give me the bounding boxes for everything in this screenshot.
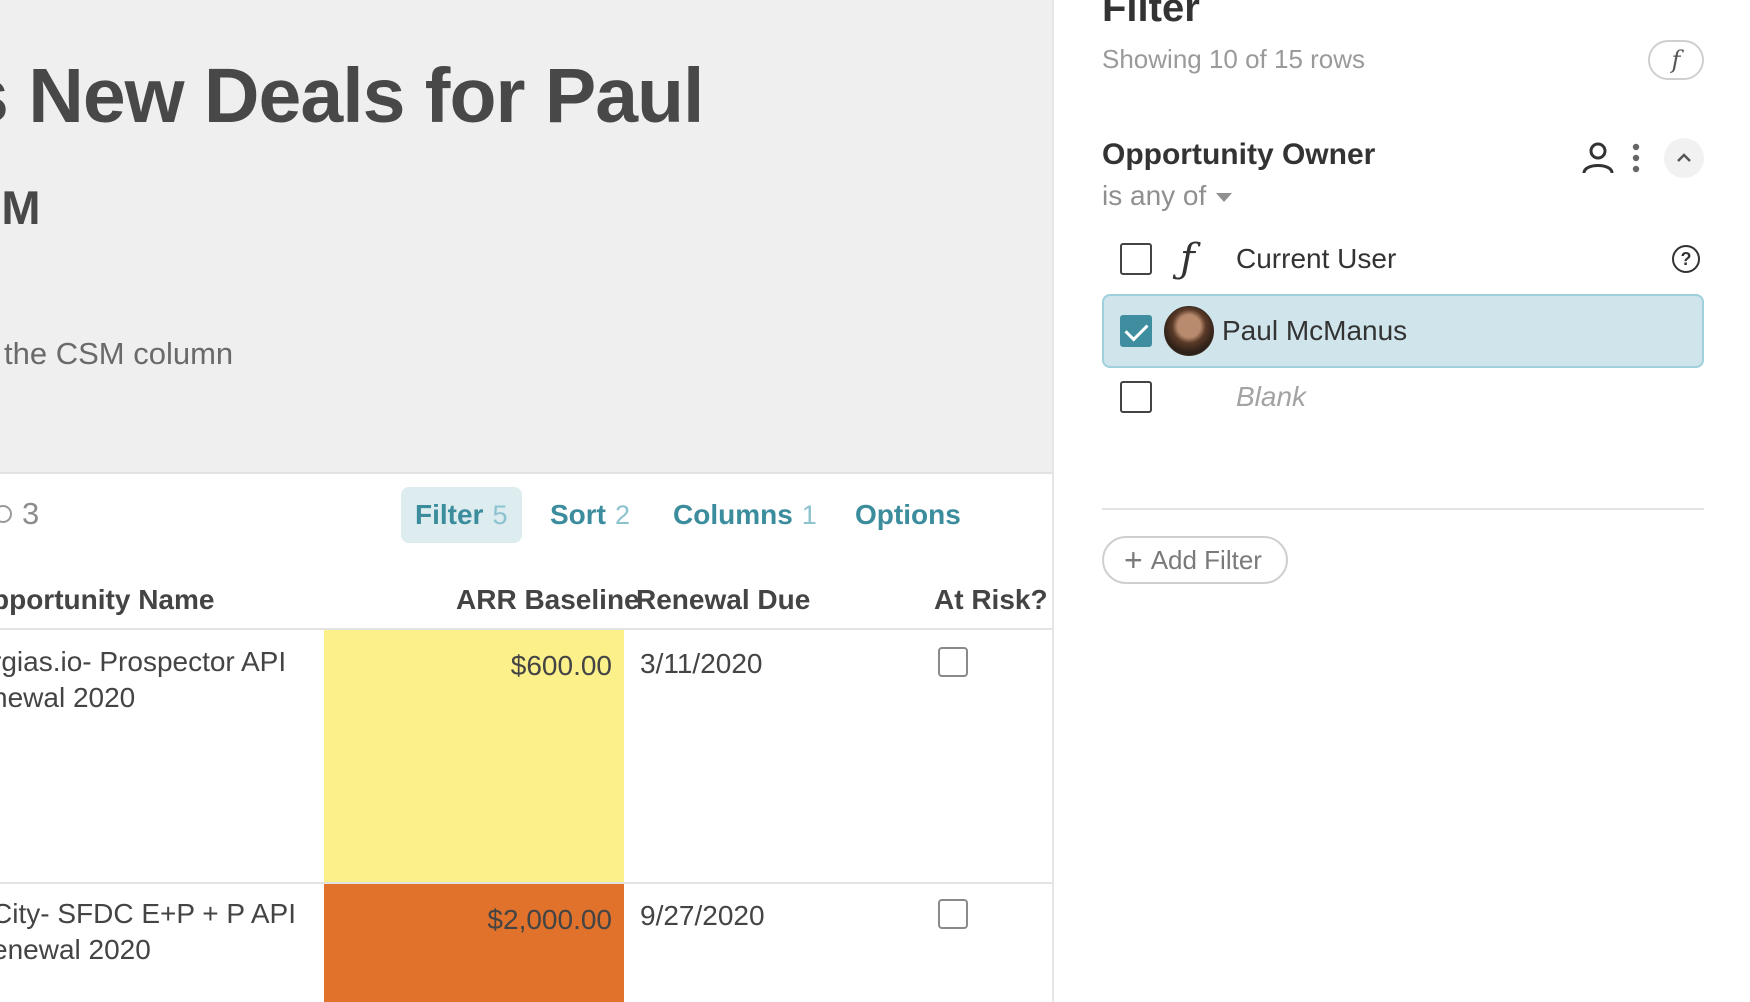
- table-row-1-name[interactable]: rgias.io- Prospector API newal 2020: [0, 644, 312, 716]
- filter-option-paul-mcmanus[interactable]: Paul McManus: [1102, 294, 1704, 368]
- columns-button-label: Columns: [673, 499, 793, 530]
- formula-toggle-button[interactable]: f: [1648, 40, 1704, 80]
- columns-button[interactable]: Columns 1: [659, 487, 831, 543]
- row-2-name-line-1: City- SFDC E+P + P API: [0, 898, 296, 929]
- table-row-2-name[interactable]: City- SFDC E+P + P API enewal 2020: [0, 896, 312, 968]
- columns-count: 1: [801, 499, 817, 530]
- filter-panel-title: Filter: [1102, 0, 1200, 30]
- column-header-opportunity-name[interactable]: pportunity Name: [0, 584, 214, 616]
- row-1-name-line-2: newal 2020: [0, 682, 136, 713]
- current-user-checkbox[interactable]: [1120, 243, 1152, 275]
- more-options-icon[interactable]: [1630, 142, 1642, 174]
- filter-operator-label: is any of: [1102, 180, 1207, 211]
- add-filter-label: Add Filter: [1150, 544, 1262, 575]
- comment-count[interactable]: 3: [0, 496, 39, 532]
- avatar: [1164, 306, 1214, 356]
- comment-count-value: 3: [22, 496, 40, 531]
- formula-icon: f: [1671, 46, 1681, 74]
- filter-row-count: Showing 10 of 15 rows: [1102, 44, 1366, 74]
- page-subtitle: SM: [0, 181, 41, 234]
- sort-button[interactable]: Sort 2: [536, 487, 644, 543]
- row-1-arr-value: $600.00: [510, 650, 612, 681]
- filter-button-label: Filter: [415, 499, 484, 530]
- column-header-renewal-due[interactable]: Renewal Due: [636, 584, 810, 616]
- paul-mcmanus-checkbox[interactable]: [1120, 315, 1152, 347]
- paul-mcmanus-label: Paul McManus: [1222, 315, 1408, 346]
- column-header-arr-baseline[interactable]: ARR Baseline: [456, 584, 640, 616]
- row-1-name-line-1: rgias.io- Prospector API: [0, 646, 287, 677]
- blank-checkbox[interactable]: [1120, 381, 1152, 413]
- filter-count: 5: [492, 499, 508, 530]
- row-2-at-risk-checkbox[interactable]: [938, 899, 968, 929]
- sort-button-label: Sort: [550, 499, 606, 530]
- options-button-label: Options: [855, 499, 961, 530]
- comment-icon: [0, 505, 12, 523]
- options-button[interactable]: Options: [841, 487, 975, 543]
- row-2-arr-value: $2,000.00: [487, 904, 612, 935]
- page-description: the CSM column: [4, 336, 234, 371]
- current-user-label: Current User: [1236, 243, 1397, 274]
- table-row-1-renewal-due[interactable]: 3/11/2020: [640, 648, 763, 680]
- filter-option-current-user[interactable]: ƒ Current User ?: [1102, 222, 1704, 296]
- blank-label: Blank: [1236, 381, 1307, 412]
- person-icon[interactable]: [1580, 140, 1616, 176]
- column-header-at-risk[interactable]: At Risk?: [934, 584, 1048, 616]
- table-row-2-arr-cell[interactable]: $2,000.00: [324, 884, 624, 1002]
- formula-function-icon: ƒ: [1180, 236, 1195, 282]
- filter-panel-divider: [1102, 508, 1704, 510]
- row-1-at-risk-checkbox[interactable]: [938, 647, 968, 677]
- sort-count: 2: [615, 499, 631, 530]
- filter-button[interactable]: Filter 5: [401, 487, 522, 543]
- caret-down-icon: [1216, 192, 1233, 202]
- filter-field-name: Opportunity Owner: [1102, 138, 1376, 171]
- page-title: s New Deals for Paul: [0, 53, 704, 139]
- plus-icon: +: [1124, 542, 1143, 578]
- collapse-filter-button[interactable]: [1664, 138, 1704, 178]
- document-header: s New Deals for Paul SM the CSM column: [0, 0, 1054, 472]
- filter-operator-dropdown[interactable]: is any of: [1102, 180, 1233, 212]
- row-2-name-line-2: enewal 2020: [0, 934, 151, 965]
- filter-option-blank[interactable]: Blank: [1102, 360, 1704, 434]
- add-filter-button[interactable]: + Add Filter: [1102, 536, 1288, 584]
- table-row-2-renewal-due[interactable]: 9/27/2020: [640, 900, 765, 932]
- chevron-up-icon: [1677, 153, 1691, 162]
- table-row-1-arr-cell[interactable]: $600.00: [324, 630, 624, 882]
- help-icon[interactable]: ?: [1672, 245, 1700, 273]
- filter-panel: Filter Showing 10 of 15 rows f Opportuni…: [1054, 0, 1750, 1002]
